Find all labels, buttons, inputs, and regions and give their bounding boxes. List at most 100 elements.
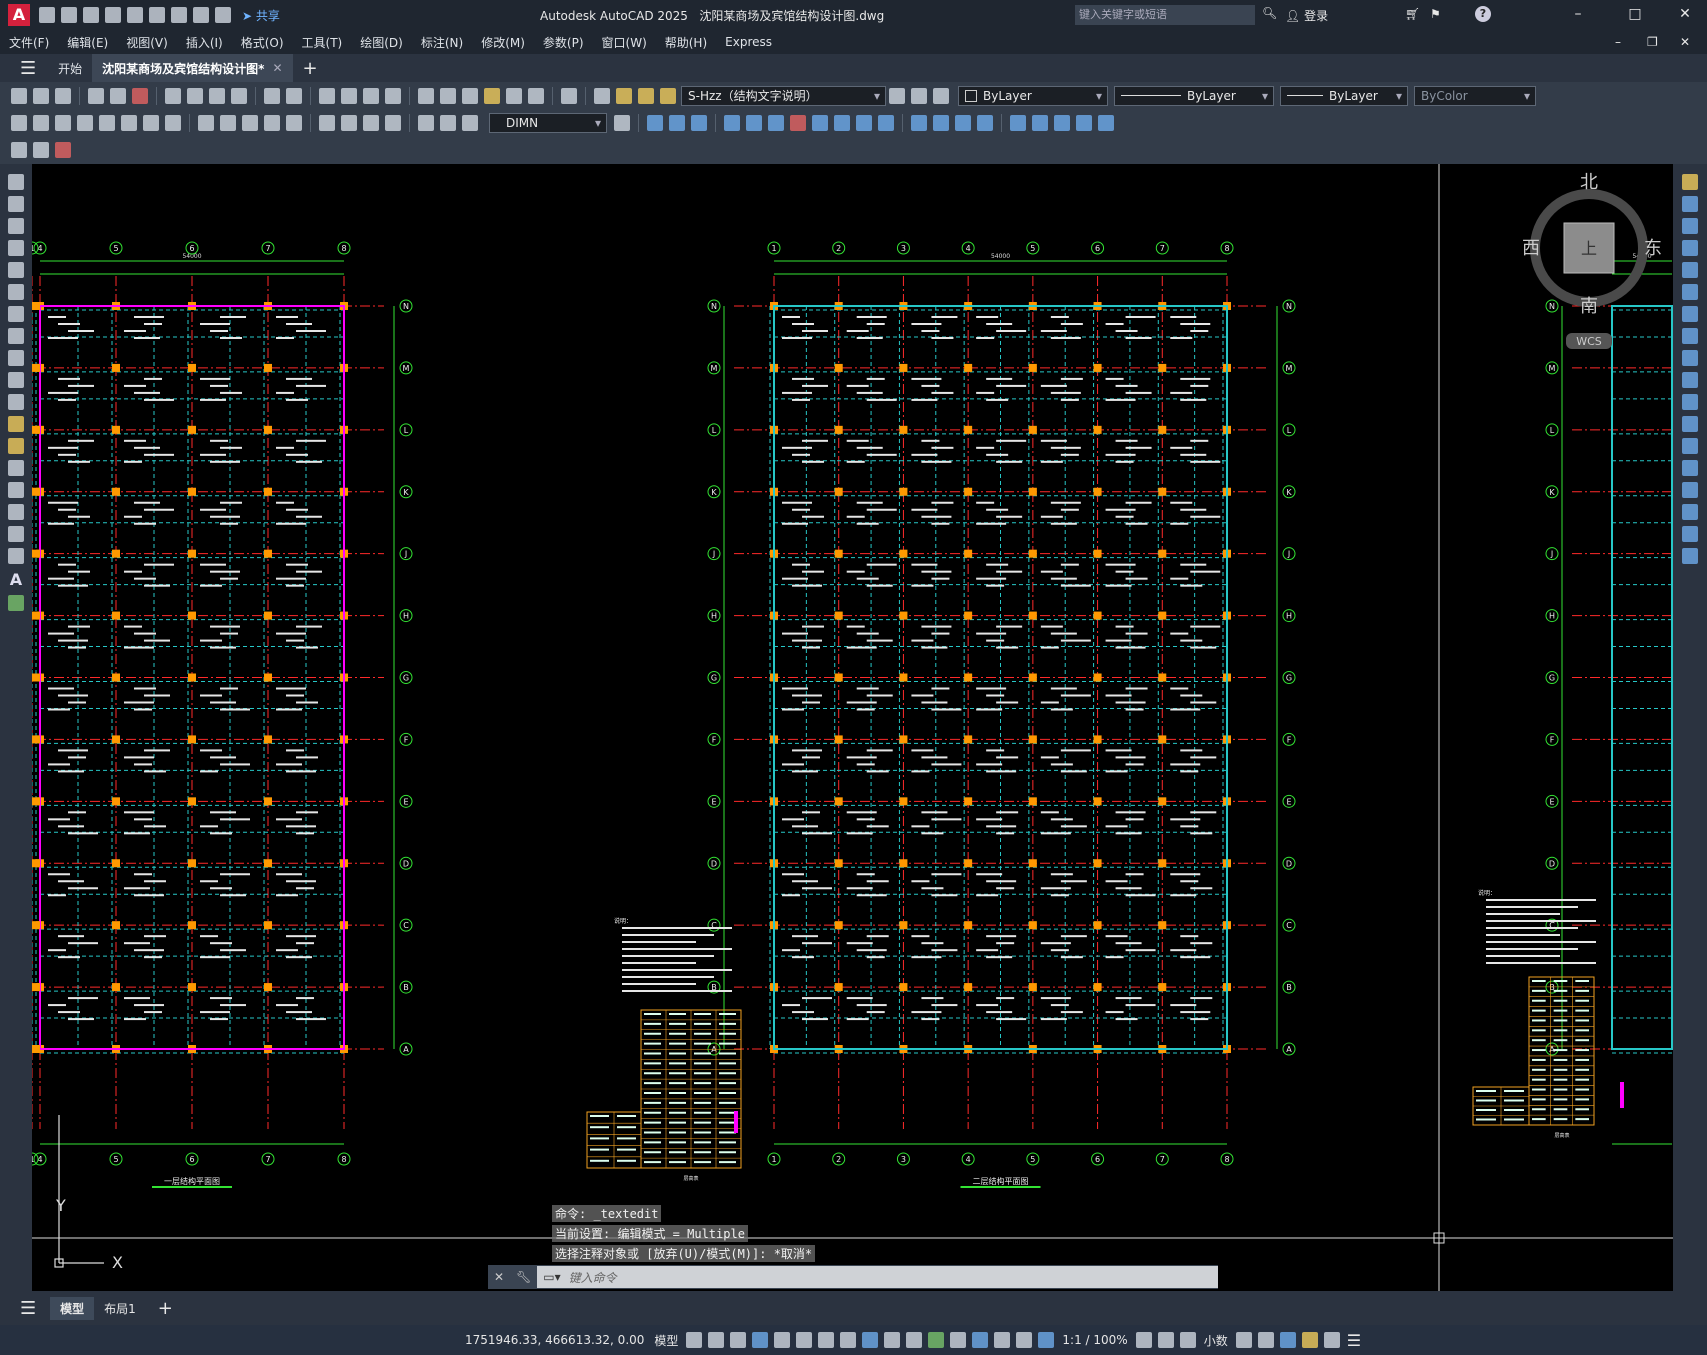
line-icon[interactable] [8, 174, 24, 190]
fillet-r-icon[interactable] [1682, 504, 1698, 520]
menu-view[interactable]: 视图(V) [117, 34, 177, 51]
publish-icon[interactable] [132, 87, 148, 104]
graphics-performance-icon[interactable] [1301, 1332, 1318, 1348]
autocad-logo-icon[interactable]: A [8, 4, 30, 26]
menu-window[interactable]: 窗口(W) [593, 34, 656, 51]
extend-r-icon[interactable] [1682, 394, 1698, 410]
join-r-icon[interactable] [1682, 460, 1698, 476]
mirror-r-icon[interactable] [1682, 218, 1698, 234]
dynamic-input-icon[interactable] [730, 1332, 747, 1348]
command-close-icon[interactable]: ✕ [494, 1270, 504, 1284]
cart-icon[interactable]: 🛒︎ [1405, 7, 1420, 21]
rectangle-icon[interactable] [8, 262, 24, 278]
workspace-gear-icon[interactable] [1135, 1332, 1152, 1348]
center-mark-icon[interactable] [341, 114, 357, 131]
viewcube[interactable]: 上 北 南 东 西 WCS [1522, 172, 1662, 349]
erase-icon[interactable] [647, 114, 663, 131]
dim-update-icon[interactable] [462, 114, 478, 131]
dim-edit-icon[interactable] [418, 114, 434, 131]
open-web-icon[interactable] [127, 7, 143, 23]
circle-icon[interactable] [8, 306, 24, 322]
menu-file[interactable]: 文件(F) [0, 34, 58, 51]
quick-properties-icon[interactable] [1235, 1332, 1252, 1348]
sheet-set-icon[interactable] [484, 87, 500, 104]
layer-previous-icon[interactable] [911, 87, 927, 104]
region-icon[interactable] [8, 526, 24, 542]
tab-close-icon[interactable]: ✕ [272, 61, 282, 75]
make-current-icon[interactable] [889, 87, 905, 104]
trim-r-icon[interactable] [1682, 372, 1698, 388]
otrack-icon[interactable] [818, 1332, 835, 1348]
match-prop-icon[interactable] [231, 87, 247, 104]
construction-line-icon[interactable] [8, 196, 24, 212]
paste-icon[interactable] [209, 87, 225, 104]
plot-icon[interactable] [171, 7, 187, 23]
login-button[interactable]: 👤︎ 登录 [1285, 7, 1328, 24]
menu-dimension[interactable]: 标注(N) [412, 34, 472, 51]
qnew-icon[interactable] [11, 87, 27, 104]
save-web-icon[interactable] [149, 7, 165, 23]
compass-east[interactable]: 东 [1644, 238, 1662, 259]
menu-format[interactable]: 格式(O) [232, 34, 293, 51]
markup-icon[interactable] [506, 87, 522, 104]
isolate-objects-icon[interactable] [1279, 1332, 1296, 1348]
clean-screen-icon[interactable] [1323, 1332, 1340, 1348]
search-input[interactable]: 键入关键字或短语 [1075, 5, 1255, 25]
design-center-icon[interactable] [440, 87, 456, 104]
offset-icon[interactable] [724, 114, 740, 131]
model-space-button[interactable]: 模型 [654, 1332, 678, 1349]
ucs-status-icon[interactable] [1016, 1332, 1033, 1348]
jogged-dim-icon[interactable] [121, 114, 137, 131]
ortho-icon[interactable] [752, 1332, 769, 1348]
osnap-icon[interactable] [840, 1332, 857, 1348]
properties-icon[interactable] [418, 87, 434, 104]
pan-icon[interactable] [319, 87, 335, 104]
autodesk-icon[interactable]: ⚑ [1430, 7, 1441, 21]
rotate-icon[interactable] [790, 114, 806, 131]
scale-icon[interactable] [812, 114, 828, 131]
scale-r-icon[interactable] [1682, 328, 1698, 344]
grid-icon[interactable] [686, 1332, 703, 1348]
calculator-icon[interactable] [528, 87, 544, 104]
table-icon[interactable] [8, 548, 24, 564]
insert-block-icon[interactable] [33, 142, 49, 158]
plotstyle-dropdown[interactable]: ByColor [1414, 85, 1536, 106]
attribute-icon[interactable] [55, 142, 71, 158]
layer-properties-icon[interactable] [594, 87, 610, 104]
copy-icon[interactable] [187, 87, 203, 104]
gradient-icon[interactable] [8, 504, 24, 520]
splinedit-icon[interactable] [1098, 114, 1114, 131]
compass-west[interactable]: 西 [1522, 238, 1540, 259]
angular-dim-icon[interactable] [165, 114, 181, 131]
command-input[interactable]: ▭▾ 键入命令 [537, 1266, 1218, 1288]
tab-layout1[interactable]: 布局1 [94, 1297, 146, 1320]
auto-scale-icon[interactable] [994, 1332, 1011, 1348]
chamfer-icon[interactable] [955, 114, 971, 131]
erase-r-icon[interactable] [1682, 174, 1698, 190]
menu-help[interactable]: 帮助(H) [656, 34, 716, 51]
linetype-dropdown[interactable]: ByLayer [1114, 85, 1274, 106]
blend-icon[interactable] [1032, 114, 1048, 131]
polygon-icon[interactable] [8, 240, 24, 256]
rotate-r-icon[interactable] [1682, 306, 1698, 322]
annotation-scale-value[interactable]: 1:1 / 100% [1062, 1333, 1127, 1347]
fillet-icon[interactable] [977, 114, 993, 131]
customize-status-icon[interactable]: ☰ [1347, 1331, 1361, 1350]
cut-icon[interactable] [165, 87, 181, 104]
arc-length-icon[interactable] [55, 114, 71, 131]
explode-icon[interactable] [1010, 114, 1026, 131]
join-icon[interactable] [933, 114, 949, 131]
menu-tools[interactable]: 工具(T) [293, 34, 352, 51]
menu-express[interactable]: Express [716, 35, 781, 49]
gizmo-icon[interactable] [950, 1332, 967, 1348]
share-button[interactable]: ➤ 共享 [242, 7, 280, 24]
open-icon[interactable] [33, 87, 49, 104]
ellipse-arc-icon[interactable] [8, 394, 24, 410]
break-icon[interactable] [911, 114, 927, 131]
new-tab-icon[interactable]: + [303, 58, 318, 79]
save-as-icon[interactable] [105, 7, 121, 23]
dimstyle-manager-icon[interactable] [614, 114, 630, 131]
compass-north[interactable]: 北 [1580, 172, 1598, 193]
radius-dim-icon[interactable] [99, 114, 115, 131]
hamburger-menu-icon[interactable]: ☰ [20, 58, 36, 79]
